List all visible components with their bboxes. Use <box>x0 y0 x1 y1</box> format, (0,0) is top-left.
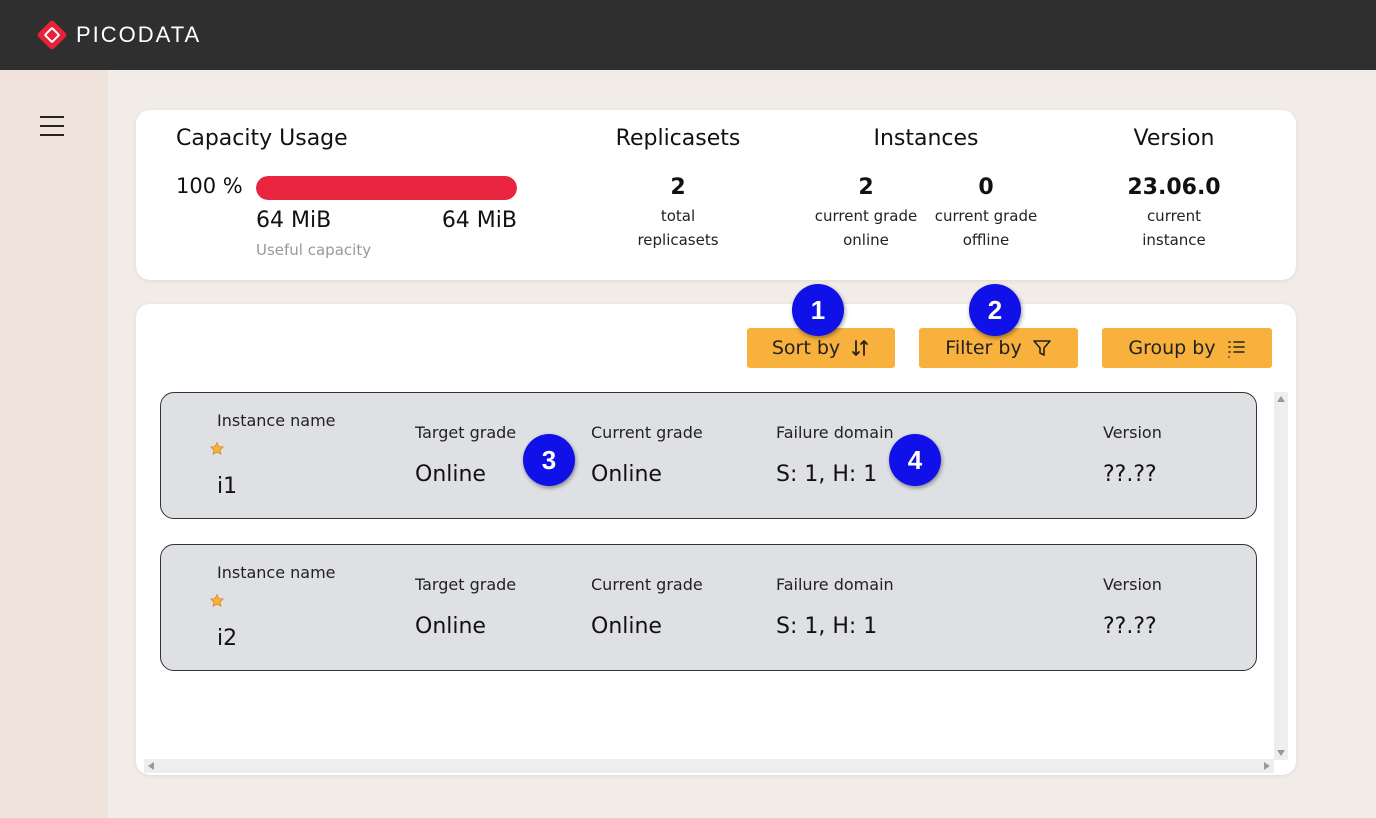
current-grade-label: Current grade <box>591 423 703 442</box>
instances-offline-count: 0 <box>978 175 994 200</box>
instance-name: i1 <box>217 474 238 499</box>
instances-stat: Instances 2 current grade online 0 curre… <box>806 126 1046 252</box>
version-value: ??.?? <box>1103 462 1157 487</box>
instances-list[interactable]: Instance name i1 Target grade Online Cur… <box>144 392 1280 760</box>
target-grade-value: Online <box>415 614 486 639</box>
version-value: ??.?? <box>1103 614 1157 639</box>
instance-row[interactable]: Instance name i1 Target grade Online Cur… <box>160 392 1257 519</box>
horizontal-scrollbar[interactable] <box>144 759 1274 773</box>
sidebar <box>0 70 108 818</box>
group-by-button[interactable]: Group by <box>1102 328 1272 368</box>
star-icon <box>209 593 225 607</box>
annotation-badge-3: 3 <box>523 434 575 486</box>
replicasets-stat: Replicasets 2 total replicasets <box>598 126 758 252</box>
star-icon <box>209 441 225 455</box>
group-by-label: Group by <box>1128 337 1216 359</box>
capacity-title: Capacity Usage <box>176 126 348 151</box>
target-grade-label: Target grade <box>415 423 517 442</box>
sort-arrows-icon <box>852 340 869 356</box>
instances-list-card: Sort by Filter by Group by Instance name… <box>136 304 1296 775</box>
current-grade-value: Online <box>591 462 662 487</box>
annotation-badge-2: 2 <box>969 284 1021 336</box>
capacity-bar <box>256 176 517 200</box>
version-label: Version <box>1103 423 1162 442</box>
sort-by-label: Sort by <box>771 337 841 359</box>
menu-icon[interactable] <box>40 116 64 136</box>
replicasets-title: Replicasets <box>615 126 741 151</box>
cluster-summary-card: Capacity Usage 100 % 64 MiB 64 MiB Usefu… <box>136 110 1296 280</box>
capacity-used: 64 MiB <box>256 208 332 233</box>
version-title: Version <box>1133 126 1215 151</box>
failure-domain-value: S: 1, H: 1 <box>776 614 878 639</box>
version-value: 23.06.0 <box>1127 175 1221 200</box>
annotation-badge-4: 4 <box>889 434 941 486</box>
target-grade-value: Online <box>415 462 486 487</box>
current-grade-label: Current grade <box>591 575 703 594</box>
instances-online-label: current grade online <box>814 207 918 249</box>
capacity-sublabel: Useful capacity <box>256 241 372 259</box>
capacity-percent: 100 % <box>176 174 243 198</box>
replicasets-label: total replicasets <box>637 207 719 249</box>
instance-name: i2 <box>217 626 238 651</box>
version-label: current instance <box>1142 207 1206 249</box>
top-bar: PICODATA <box>0 0 1376 70</box>
replicasets-count: 2 <box>670 175 686 200</box>
failure-domain-value: S: 1, H: 1 <box>776 462 878 487</box>
annotation-badge-1: 1 <box>792 284 844 336</box>
failure-domain-label: Failure domain <box>776 575 894 594</box>
instance-row[interactable]: Instance name i2 Target grade Online Cur… <box>160 544 1257 671</box>
instance-name-label: Instance name <box>217 411 336 430</box>
instances-title: Instances <box>873 126 979 151</box>
brand-name: PICODATA <box>76 22 202 47</box>
target-grade-label: Target grade <box>415 575 517 594</box>
filter-funnel-icon <box>1032 340 1051 356</box>
capacity-bar-fill <box>256 176 517 200</box>
version-stat: Version 23.06.0 current instance <box>1104 126 1244 252</box>
failure-domain-label: Failure domain <box>776 423 894 442</box>
vertical-scrollbar[interactable] <box>1274 392 1288 760</box>
picodata-logo-icon <box>36 19 68 51</box>
list-icon <box>1227 341 1245 358</box>
instances-online-count: 2 <box>858 175 874 200</box>
filter-by-label: Filter by <box>945 337 1022 359</box>
capacity-total: 64 MiB <box>441 208 517 233</box>
instances-offline-label: current grade offline <box>934 207 1038 249</box>
version-label: Version <box>1103 575 1162 594</box>
instance-name-label: Instance name <box>217 563 336 582</box>
current-grade-value: Online <box>591 614 662 639</box>
